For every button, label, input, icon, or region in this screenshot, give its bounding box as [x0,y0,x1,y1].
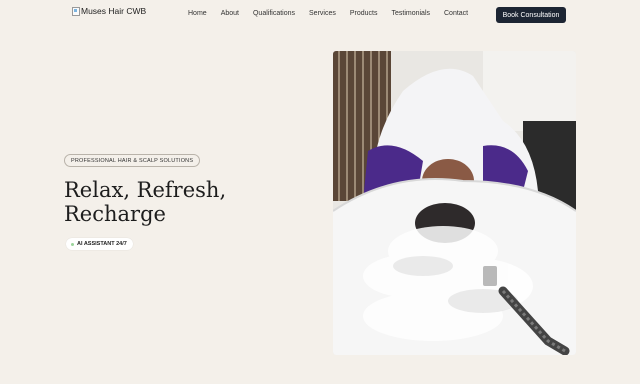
main-nav: Home About Qualifications Services Produ… [188,10,482,17]
broken-image-icon [72,6,80,16]
brand-logo-alt-text: Muses Hair CWB [81,6,147,16]
brand-logo[interactable]: Muses Hair CWB [72,6,146,16]
status-dot-icon [71,242,74,246]
hero-tagline-pill: PROFESSIONAL HAIR & SCALP SOLUTIONS [64,154,201,167]
book-consultation-button[interactable]: Book Consultation [496,7,566,23]
hero-photo-illustration [333,51,576,355]
nav-contact[interactable]: Contact [444,10,468,17]
nav-testimonials[interactable]: Testimonials [391,10,430,17]
ai-assistant-label: AI ASSISTANT 24/7 [77,241,127,247]
hero-title-line-2: Recharge [64,202,166,226]
nav-services[interactable]: Services [309,10,336,17]
ai-assistant-badge[interactable]: AI ASSISTANT 24/7 [66,238,133,250]
nav-products[interactable]: Products [350,10,378,17]
nav-home[interactable]: Home [188,10,207,17]
hero-image [333,51,576,355]
hero-title-line-1: Relax, Refresh, [64,178,227,202]
hero-title: Relax, Refresh, Recharge [64,178,264,226]
nav-qualifications[interactable]: Qualifications [253,10,295,17]
nav-about[interactable]: About [221,10,239,17]
